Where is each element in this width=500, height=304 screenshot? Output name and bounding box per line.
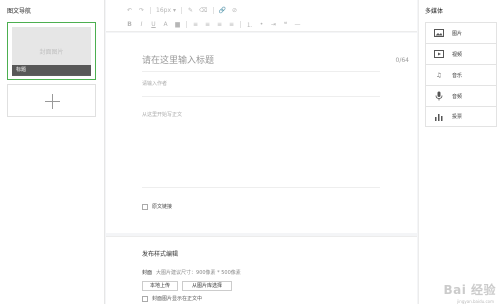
divider bbox=[142, 96, 380, 97]
highlight-icon[interactable]: ▆ bbox=[174, 21, 181, 28]
align-right-icon[interactable]: ≡ bbox=[216, 21, 223, 28]
media-item-label: 图片 bbox=[452, 30, 463, 37]
media-item-image[interactable]: 图片 bbox=[425, 22, 497, 43]
media-item-label: 视频 bbox=[452, 51, 463, 58]
add-article-button[interactable] bbox=[7, 84, 96, 117]
show-cover-label: 封面图片显示在正文中 bbox=[152, 296, 203, 302]
font-color-icon[interactable]: A bbox=[162, 21, 169, 28]
panel-title: 多媒体 bbox=[425, 8, 444, 15]
italic-icon[interactable]: I bbox=[138, 21, 145, 28]
font-size-value: 16px bbox=[156, 6, 171, 14]
poll-icon bbox=[434, 112, 444, 121]
cover-placeholder-text: 封面图片 bbox=[39, 49, 64, 56]
format-brush-icon[interactable]: ✎ bbox=[187, 7, 194, 14]
article-card-caption: 标题 bbox=[12, 65, 91, 76]
panel-title: 图文导航 bbox=[7, 8, 32, 15]
article-navigation-panel: 图文导航 封面图片 标题 bbox=[0, 0, 105, 304]
divider-icon[interactable]: — bbox=[294, 21, 301, 28]
title-char-counter: 0/64 bbox=[395, 57, 409, 64]
redo-icon[interactable]: ↷ bbox=[138, 7, 145, 14]
body-editor[interactable]: 从这里开始写正文 bbox=[142, 111, 182, 118]
cover-label: 封面 bbox=[142, 270, 153, 276]
underline-icon[interactable]: U bbox=[150, 21, 157, 28]
align-center-icon[interactable]: ≡ bbox=[204, 21, 211, 28]
video-icon bbox=[434, 50, 444, 59]
select-from-library-button[interactable]: 从图片库选择 bbox=[182, 281, 232, 291]
publish-settings: 发布样式编辑 封面 大图片建议尺寸：900像素 * 500像素 本地上传 从图片库… bbox=[106, 236, 417, 304]
microphone-icon bbox=[434, 91, 444, 101]
publish-settings-title: 发布样式编辑 bbox=[142, 251, 179, 258]
divider bbox=[142, 187, 380, 188]
media-item-label: 音乐 bbox=[452, 72, 463, 79]
cover-size-hint: 大图片建议尺寸：900像素 * 500像素 bbox=[156, 270, 241, 276]
indent-icon[interactable]: ⇥ bbox=[270, 21, 277, 28]
clear-format-icon[interactable]: ⌫ bbox=[199, 7, 207, 14]
author-input[interactable]: 请输入作者 bbox=[142, 80, 167, 87]
blockquote-icon[interactable]: ❝ bbox=[282, 21, 289, 28]
link-icon[interactable]: 🔗 bbox=[219, 7, 226, 14]
original-link-checkbox[interactable] bbox=[142, 203, 148, 210]
unlink-icon[interactable]: ⊘ bbox=[231, 7, 238, 14]
title-input[interactable]: 请在这里输入标题 bbox=[142, 53, 342, 66]
image-icon bbox=[434, 29, 444, 38]
music-icon: ♫ bbox=[436, 71, 442, 79]
show-cover-option[interactable]: 封面图片显示在正文中 bbox=[142, 295, 202, 302]
media-item-poll[interactable]: 投票 bbox=[425, 106, 497, 127]
article-editor: 请在这里输入标题 0/64 请输入作者 从这里开始写正文 原文链接 bbox=[106, 33, 417, 233]
bold-icon[interactable]: B bbox=[126, 21, 133, 28]
divider bbox=[142, 71, 380, 72]
media-list: 图片 视频 ♫ 音乐 音频 投票 bbox=[425, 22, 497, 127]
media-item-label: 音频 bbox=[452, 93, 463, 100]
article-card[interactable]: 封面图片 标题 bbox=[7, 22, 96, 80]
ordered-list-icon[interactable]: ⒈ bbox=[246, 20, 253, 29]
media-item-audio[interactable]: 音频 bbox=[425, 85, 497, 106]
align-left-icon[interactable]: ≡ bbox=[192, 21, 199, 28]
watermark-logo: Bai 经验 bbox=[443, 283, 496, 297]
justify-icon[interactable]: ≡ bbox=[228, 21, 235, 28]
local-upload-button[interactable]: 本地上传 bbox=[142, 281, 178, 291]
multimedia-panel: 多媒体 图片 视频 ♫ 音乐 音频 投票 bbox=[418, 0, 500, 304]
font-size-select[interactable]: 16px ▾ bbox=[156, 7, 176, 14]
watermark-url: jingyan.baidu.com bbox=[457, 299, 494, 304]
cover-row: 封面 大图片建议尺寸：900像素 * 500像素 bbox=[142, 269, 241, 276]
original-link-option[interactable]: 原文链接 bbox=[142, 203, 172, 210]
editor-toolbar: ↶ ↷ 16px ▾ ✎ ⌫ 🔗 ⊘ B I U A ▆ ≡ ≡ ≡ ≡ ⒈ •… bbox=[106, 0, 417, 32]
unordered-list-icon[interactable]: • bbox=[258, 21, 265, 28]
media-item-video[interactable]: 视频 bbox=[425, 43, 497, 64]
media-item-music[interactable]: ♫ 音乐 bbox=[425, 64, 497, 85]
original-link-label: 原文链接 bbox=[152, 204, 173, 210]
undo-icon[interactable]: ↶ bbox=[126, 7, 133, 14]
show-cover-checkbox[interactable] bbox=[142, 295, 148, 302]
chevron-down-icon: ▾ bbox=[173, 6, 177, 14]
media-item-label: 投票 bbox=[452, 114, 463, 120]
